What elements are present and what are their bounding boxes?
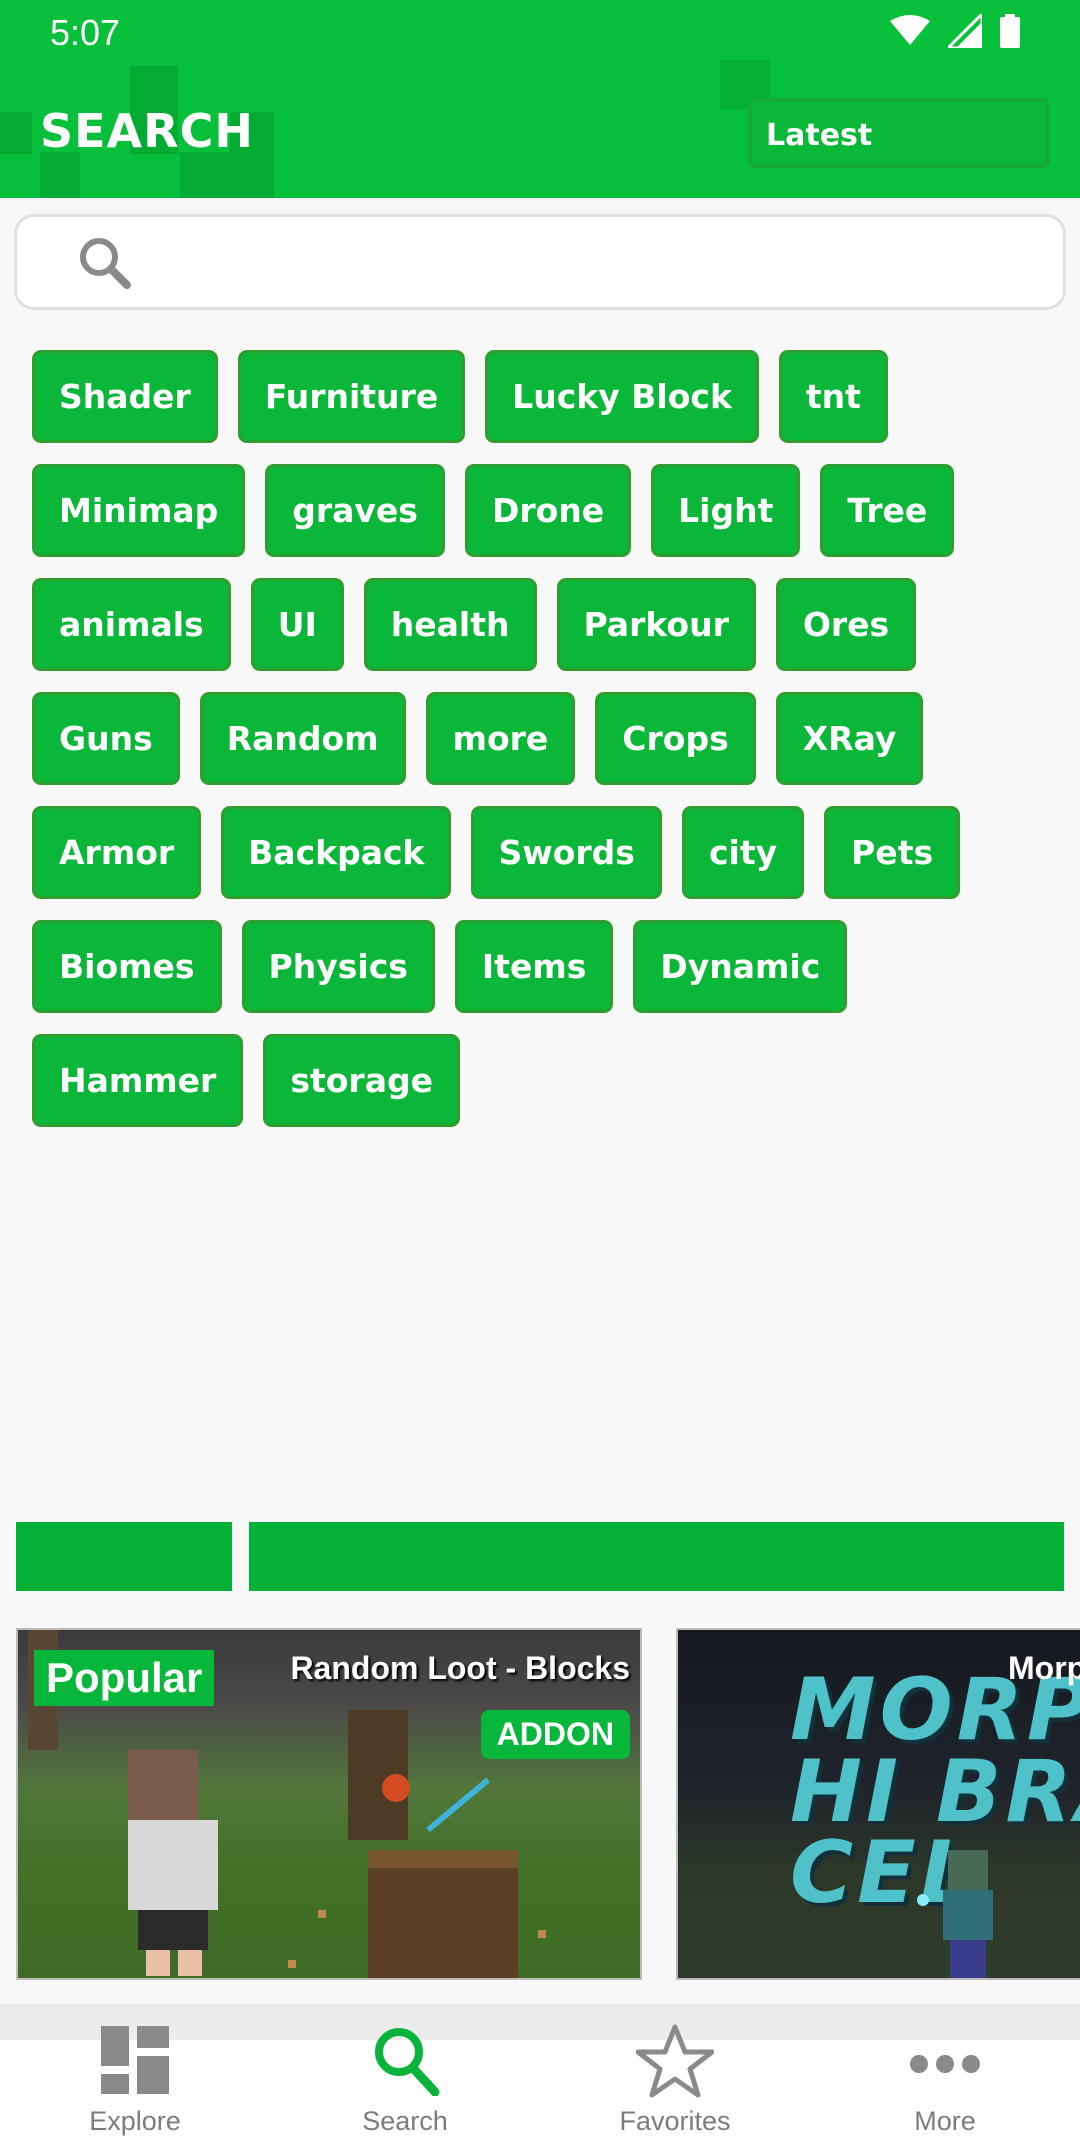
- search-bar[interactable]: [14, 214, 1066, 310]
- tag-shader[interactable]: Shader: [32, 350, 218, 443]
- tag-graves[interactable]: graves: [265, 464, 445, 557]
- tag-row: Armor Backpack Swords city Pets: [32, 806, 1052, 899]
- tag-row: animals UI health Parkour Ores: [32, 578, 1052, 671]
- tag-row: Guns Random more Crops XRay: [32, 692, 1052, 785]
- header-pixel-decor: [40, 152, 80, 198]
- tag-row: Biomes Physics Items Dynamic: [32, 920, 1052, 1013]
- tag-row: Minimap graves Drone Light Tree: [32, 464, 1052, 557]
- bottom-navigation: Explore Search Favorites More: [0, 2024, 1080, 2155]
- tag-drone[interactable]: Drone: [464, 464, 632, 557]
- more-dots-icon: [910, 2055, 980, 2073]
- tag-dynamic[interactable]: Dynamic: [633, 920, 848, 1013]
- tag-animals[interactable]: animals: [32, 578, 231, 671]
- nav-label: Search: [362, 2106, 448, 2136]
- tag-cloud: Shader Furniture Lucky Block tnt Minimap…: [32, 350, 1052, 1148]
- tag-biomes[interactable]: Biomes: [32, 920, 222, 1013]
- tag-physics[interactable]: Physics: [241, 920, 435, 1013]
- nav-favorites[interactable]: Favorites: [540, 2024, 810, 2155]
- tag-random[interactable]: Random: [199, 692, 406, 785]
- nav-explore[interactable]: Explore: [0, 2026, 270, 2155]
- nav-search[interactable]: Search: [270, 2028, 540, 2155]
- search-icon: [375, 2028, 440, 2096]
- tag-parkour[interactable]: Parkour: [556, 578, 756, 671]
- signal-icon: [948, 14, 982, 48]
- addon-card[interactable]: Popular Random Loot - Blocks ADDON: [16, 1628, 642, 1980]
- addon-badge: ADDON: [480, 1710, 630, 1759]
- nav-label: More: [914, 2106, 976, 2136]
- tag-tnt[interactable]: tnt: [778, 350, 888, 443]
- section-bar-right: [249, 1522, 1064, 1591]
- card-title: Morp: [1008, 1650, 1080, 1686]
- tag-minimap[interactable]: Minimap: [32, 464, 246, 557]
- tag-tree[interactable]: Tree: [820, 464, 955, 557]
- sort-latest-button[interactable]: Latest: [748, 98, 1050, 168]
- card-title: Random Loot - Blocks: [290, 1650, 630, 1686]
- tag-guns[interactable]: Guns: [32, 692, 180, 785]
- tag-armor[interactable]: Armor: [32, 806, 202, 899]
- nav-label: Favorites: [619, 2106, 731, 2136]
- tag-row: Hammer storage: [32, 1034, 1052, 1127]
- page-title: SEARCH: [40, 104, 254, 158]
- popular-badge: Popular: [34, 1650, 215, 1706]
- tag-pets[interactable]: Pets: [824, 806, 961, 899]
- tag-xray[interactable]: XRay: [775, 692, 924, 785]
- tag-crops[interactable]: Crops: [595, 692, 756, 785]
- header-pixel-decor: [0, 112, 32, 154]
- search-icon: [80, 238, 131, 289]
- status-time: 5:07: [50, 12, 121, 53]
- tag-furniture[interactable]: Furniture: [237, 350, 466, 443]
- tag-city[interactable]: city: [681, 806, 805, 899]
- tag-health[interactable]: health: [363, 578, 537, 671]
- star-icon: [636, 2024, 714, 2098]
- tag-storage[interactable]: storage: [263, 1034, 460, 1127]
- status-icons: [890, 14, 1020, 48]
- tag-ui[interactable]: UI: [250, 578, 344, 671]
- search-input[interactable]: [147, 235, 1031, 293]
- grid-icon: [101, 2026, 169, 2094]
- nav-label: Explore: [89, 2106, 181, 2136]
- tag-lucky-block[interactable]: Lucky Block: [485, 350, 759, 443]
- battery-icon: [1000, 14, 1020, 48]
- tag-swords[interactable]: Swords: [471, 806, 662, 899]
- app-header: 5:07 SEARCH Latest: [0, 0, 1080, 198]
- tag-hammer[interactable]: Hammer: [32, 1034, 244, 1127]
- section-bar-left: [16, 1522, 232, 1591]
- tag-backpack[interactable]: Backpack: [221, 806, 452, 899]
- addon-card[interactable]: MORPHI BRACEL Morp: [676, 1628, 1080, 1980]
- tag-ores[interactable]: Ores: [775, 578, 917, 671]
- tag-more[interactable]: more: [425, 692, 576, 785]
- tag-row: Shader Furniture Lucky Block tnt: [32, 350, 1052, 443]
- nav-more[interactable]: More: [810, 2040, 1080, 2155]
- tag-items[interactable]: Items: [454, 920, 614, 1013]
- tag-light[interactable]: Light: [651, 464, 801, 557]
- header-pixel-decor: [180, 152, 230, 198]
- wifi-icon: [890, 15, 930, 45]
